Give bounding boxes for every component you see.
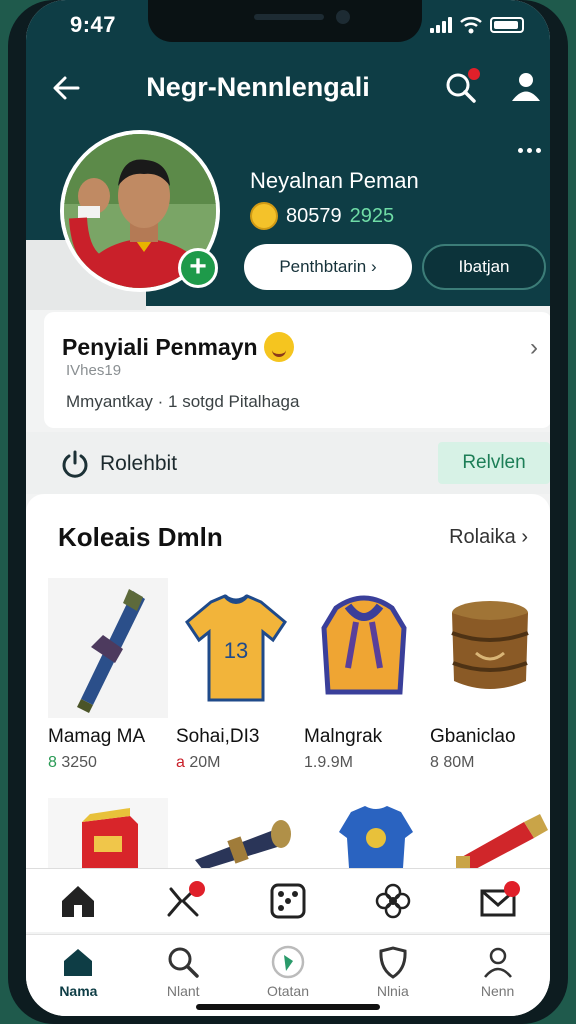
tab-label: Nenn [480,983,515,999]
more-options-icon[interactable] [518,140,548,160]
jersey-icon: 13 [176,578,296,718]
quick-action-bar [26,868,550,932]
price-value: 1.9.9M [304,754,353,771]
collection-item[interactable]: 13 Sohai,DI3 a 20M [176,578,296,772]
notch [148,0,422,42]
page-title: Negr-Nennlengali [146,72,370,102]
notification-badge [503,880,520,897]
follow-button[interactable]: Penthbtarin › [244,244,412,290]
notification-badge [189,880,206,897]
jersey-blue-icon[interactable] [316,798,436,878]
profile-stats: 80579 2925 [250,202,394,230]
smile-emoji-icon [263,332,294,362]
tab-label: Nlnia [376,983,409,999]
home-icon[interactable] [56,879,100,923]
barrel-icon [430,578,550,718]
price-prefix: a [176,754,185,771]
product-box-icon[interactable] [48,798,168,878]
stat-main: 80579 [286,204,342,227]
notification-dot [468,68,480,80]
tab-label: Nlant [166,983,200,999]
chevron-right-icon: › [530,334,538,361]
profile-name: Neyalnan Peman [250,168,419,193]
user-icon[interactable] [508,68,544,104]
item-name: Mamag MA [48,726,146,747]
collection-item[interactable]: Mamag MA 8 3250 [48,578,168,772]
action-row-label: Rolehbit [100,452,178,475]
item-name: Sohai,DI3 [176,726,260,747]
item-name: Gbaniclao [430,726,516,747]
price-value: 3250 [61,754,97,771]
wifi-icon [460,17,482,34]
search-icon [168,947,199,978]
power-icon [62,450,88,478]
tab-label: Nama [59,983,98,999]
flashlight-icon[interactable] [440,798,550,878]
message-button[interactable]: Ibatjan [422,244,546,290]
compass-icon [271,945,305,979]
tab-profile[interactable]: Nenn [453,935,543,1016]
info-card-title-row: Penyiali Penmayn [62,332,294,362]
price-prefix: 8 [48,754,57,771]
camera [336,10,350,24]
tab-home[interactable]: Nama [33,935,123,1016]
coin-icon [250,202,278,230]
top-bar: Negr-Nennlengali [26,62,550,114]
home-indicator [196,1004,380,1010]
add-friend-button[interactable]: + [178,248,218,288]
telescope-icon[interactable] [176,798,306,878]
see-all-label: Rolaika [449,526,516,548]
action-row: Rolehbit Relvlen [26,432,550,494]
info-card-subtitle: IVhes19 [66,362,122,379]
price-value: 20M [189,754,221,771]
item-name: Malngrak [304,726,383,747]
see-all-link[interactable]: Rolaika › [449,526,528,549]
mail-icon[interactable] [476,879,520,923]
collection-item[interactable]: Malngrak 1.9.9M [304,578,424,772]
baton-icon [48,578,168,718]
info-card[interactable]: Penyiali Penmayn IVhes19 Mmyantkay · 1 s… [44,312,550,428]
back-arrow-icon[interactable] [48,70,84,106]
chevron-right-icon: › [521,526,528,548]
item-price: a 20M [176,754,296,772]
collection-section: Koleais Dmln Rolaika › Mamag MA 8 3250 1… [26,494,550,878]
collection-item[interactable]: Gbaniclao 8 80M [430,578,550,772]
person-icon [483,947,512,978]
status-time: 9:47 [70,12,117,37]
stat-accent: 2925 [349,204,395,227]
shield-icon [379,946,407,979]
item-price: 1.9.9M [304,754,424,772]
signal-icon [430,17,452,33]
collection-title: Koleais Dmln [58,522,223,552]
phone-frame: 9:47 Negr-Nennlengali + Neyalnan Peman 8… [8,0,568,1024]
status-icons [430,16,524,34]
price-value: 8 80M [430,754,475,771]
item-price: 8 80M [430,754,550,772]
action-row-button[interactable]: Relvlen [438,442,550,484]
follow-label: Penthbtarin [279,257,367,276]
jersey-number: 13 [224,638,248,663]
item-price: 8 3250 [48,754,168,772]
tab-label: Otatan [266,983,309,999]
dice-icon[interactable] [266,879,310,923]
info-card-detail: Mmyantkay · 1 sotgd Pitalhaga [66,392,300,411]
chevron-right-icon: › [371,257,377,276]
info-card-title: Penyiali Penmayn [62,333,258,360]
status-bar: 9:47 [26,0,550,52]
gift-icon[interactable] [161,879,206,923]
battery-icon [490,17,524,33]
flower-icon[interactable] [371,879,415,923]
home-icon [64,949,93,976]
screen: 9:47 Negr-Nennlengali + Neyalnan Peman 8… [26,0,550,1016]
vest-icon [304,578,424,718]
speaker [254,14,324,20]
